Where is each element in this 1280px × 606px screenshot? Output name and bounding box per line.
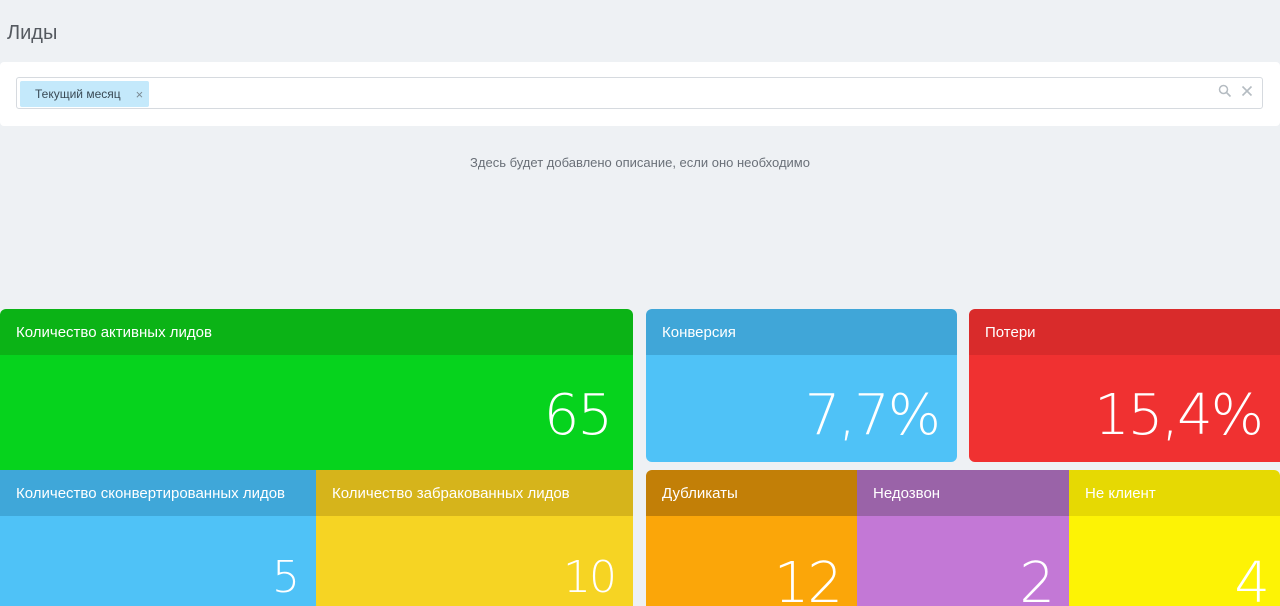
tile-active-leads[interactable]: Количество активных лидов 65 <box>0 309 633 470</box>
tile-value: 7,7% <box>804 383 941 448</box>
tile-losses[interactable]: Потери 15,4% <box>969 309 1280 462</box>
tile-value: 15,4% <box>1094 383 1264 448</box>
tile-title: Потери <box>969 309 1280 355</box>
tile-value: 5 <box>272 552 300 603</box>
search-icon[interactable] <box>1218 84 1232 98</box>
tile-title: Количество активных лидов <box>0 309 633 355</box>
tile-title: Количество сконвертированных лидов <box>0 470 316 516</box>
tile-duplicates[interactable]: Дубликаты 12 <box>646 470 857 606</box>
tile-title: Недозвон <box>857 470 1069 516</box>
filter-icons <box>1218 84 1254 98</box>
tile-title: Не клиент <box>1069 470 1280 516</box>
filter-search-box[interactable]: Текущий месяц × <box>16 77 1263 109</box>
tile-value: 12 <box>773 551 843 606</box>
tile-conversion[interactable]: Конверсия 7,7% <box>646 309 957 462</box>
tile-body: 2 <box>857 516 1069 606</box>
tile-title: Конверсия <box>646 309 957 355</box>
tile-value: 65 <box>543 383 613 448</box>
tile-body: 65 <box>0 355 633 470</box>
filter-tag-label: Текущий месяц <box>35 87 121 101</box>
tile-converted-leads[interactable]: Количество сконвертированных лидов 5 <box>0 470 316 606</box>
tile-title: Дубликаты <box>646 470 857 516</box>
filter-tag-remove-icon[interactable]: × <box>136 87 144 102</box>
tile-body: 7,7% <box>646 355 957 462</box>
tile-body: 12 <box>646 516 857 606</box>
tile-body: 5 <box>0 516 316 606</box>
tile-rejected-leads[interactable]: Количество забракованных лидов 10 <box>316 470 633 606</box>
tile-value: 2 <box>1019 551 1055 606</box>
tile-body: 15,4% <box>969 355 1280 462</box>
page-description: Здесь будет добавлено описание, если оно… <box>470 155 810 170</box>
tile-not-client[interactable]: Не клиент 4 <box>1069 470 1280 606</box>
tile-body: 10 <box>316 516 633 606</box>
tile-value: 10 <box>563 552 617 603</box>
tile-title: Количество забракованных лидов <box>316 470 633 516</box>
clear-icon[interactable] <box>1240 84 1254 98</box>
filter-panel: Текущий месяц × <box>0 62 1280 126</box>
tile-no-answer[interactable]: Недозвон 2 <box>857 470 1069 606</box>
page-title: Лиды <box>7 22 58 44</box>
filter-tag-current-month[interactable]: Текущий месяц × <box>20 81 150 107</box>
tile-body: 4 <box>1069 516 1280 606</box>
tile-value: 4 <box>1234 551 1270 606</box>
